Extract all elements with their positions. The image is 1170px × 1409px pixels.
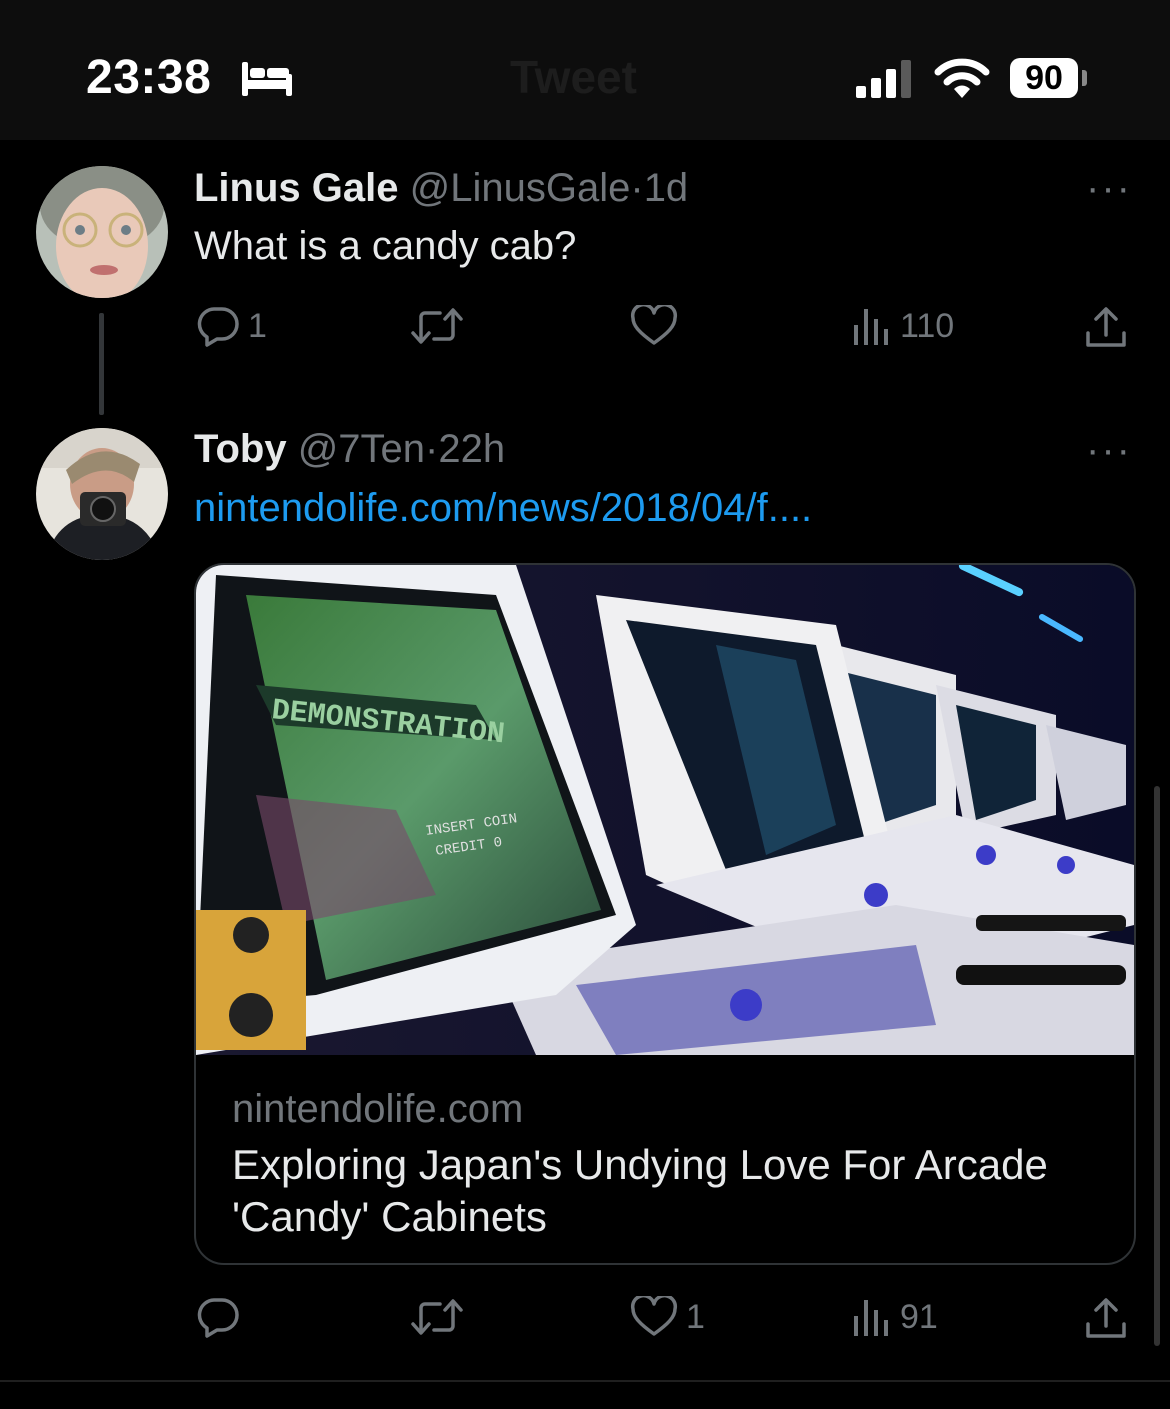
card-title: Exploring Japan's Undying Love For Arcad… bbox=[232, 1141, 1048, 1240]
views-icon bbox=[854, 309, 888, 345]
author-handle[interactable]: @LinusGale bbox=[410, 166, 631, 210]
tweet-age[interactable]: 22h bbox=[438, 427, 505, 471]
wifi-icon bbox=[934, 56, 990, 105]
thread-connector bbox=[99, 313, 104, 415]
author-handle[interactable]: @7Ten bbox=[298, 427, 425, 471]
author-name[interactable]: Toby bbox=[194, 427, 287, 471]
reply-icon bbox=[197, 307, 239, 347]
retweet-button[interactable] bbox=[410, 305, 464, 347]
card-domain: nintendolife.com bbox=[232, 1087, 524, 1131]
views-button[interactable]: 110 bbox=[852, 305, 954, 347]
reply-count: 1 bbox=[248, 306, 267, 345]
tweet-text: What is a candy cab? bbox=[194, 224, 577, 268]
share-button[interactable] bbox=[1084, 305, 1128, 349]
reply-button[interactable]: 1 bbox=[196, 305, 267, 347]
scrollbar[interactable] bbox=[1154, 786, 1160, 1346]
views-icon bbox=[854, 1300, 888, 1336]
signal-icon bbox=[856, 58, 916, 103]
like-icon bbox=[630, 1296, 678, 1336]
avatar-linus[interactable] bbox=[36, 166, 168, 298]
like-button[interactable] bbox=[630, 305, 678, 347]
like-icon bbox=[630, 305, 678, 345]
author-name[interactable]: Linus Gale bbox=[194, 166, 399, 210]
avatar-toby[interactable] bbox=[36, 428, 168, 560]
retweet-icon bbox=[411, 1299, 463, 1335]
tweet-age[interactable]: 1d bbox=[644, 166, 689, 210]
more-options-icon[interactable]: ··· bbox=[1086, 166, 1132, 211]
status-time: 23:38 bbox=[86, 51, 212, 104]
separator: · bbox=[425, 427, 439, 471]
share-icon bbox=[1086, 307, 1126, 347]
card-image[interactable]: DEMONSTRATION INSERT COIN CREDIT 0 bbox=[196, 565, 1134, 1055]
status-bar: Tweet 23:38 90 bbox=[0, 0, 1170, 140]
tweet-header: Toby @7Ten·22h bbox=[194, 427, 505, 472]
reply-icon bbox=[197, 1298, 239, 1338]
retweet-icon bbox=[411, 308, 463, 344]
views-count: 91 bbox=[900, 1297, 938, 1336]
separator: · bbox=[630, 166, 644, 210]
battery-indicator: 90 bbox=[1010, 58, 1078, 98]
tweet-link[interactable]: nintendolife.com/news/2018/04/f.... bbox=[194, 486, 812, 531]
more-options-icon[interactable]: ··· bbox=[1086, 428, 1132, 473]
reply-button[interactable] bbox=[196, 1296, 240, 1338]
bed-icon bbox=[240, 58, 294, 103]
views-button[interactable]: 91 bbox=[852, 1296, 938, 1338]
divider bbox=[0, 1380, 1170, 1382]
background-page-title: Tweet bbox=[510, 51, 637, 103]
link-preview-card[interactable]: DEMONSTRATION INSERT COIN CREDIT 0 ninte… bbox=[194, 563, 1136, 1265]
views-count: 110 bbox=[900, 306, 955, 345]
share-icon bbox=[1086, 1298, 1126, 1338]
like-count: 1 bbox=[686, 1297, 705, 1336]
battery-tip bbox=[1082, 70, 1087, 86]
share-button[interactable] bbox=[1084, 1296, 1128, 1340]
retweet-button[interactable] bbox=[410, 1296, 464, 1338]
tweet-header: Linus Gale @LinusGale·1d bbox=[194, 166, 688, 211]
like-button[interactable]: 1 bbox=[630, 1296, 705, 1338]
